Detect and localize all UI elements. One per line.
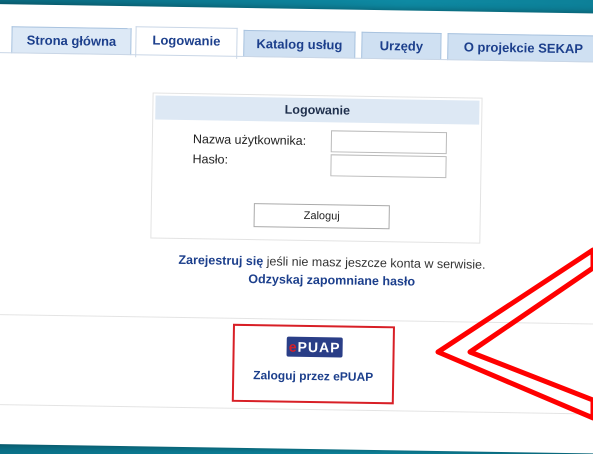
login-title: Logowanie [155, 95, 480, 125]
epuap-label: Zaloguj przez ePUAP [253, 368, 374, 385]
footer-divider [0, 403, 593, 415]
tab-services[interactable]: Katalog usług [243, 29, 356, 59]
browser-page: Strona główna Logowanie Katalog usług Ur… [0, 4, 593, 454]
tab-home[interactable]: Strona główna [11, 26, 132, 56]
username-input[interactable] [330, 130, 448, 155]
tab-offices[interactable]: Urzędy [361, 31, 442, 61]
login-form: Logowanie Nazwa użytkownika: Hasło: Zalo… [150, 92, 483, 244]
password-label: Hasło: [192, 152, 229, 167]
register-text: jeśli nie masz jeszcze konta w serwisie. [263, 254, 486, 272]
tab-about[interactable]: O projekcie SEKAP [447, 33, 593, 63]
login-button[interactable]: Zaloguj [253, 203, 390, 230]
epuap-login-button[interactable]: ePUAP Zaloguj przez ePUAP [231, 323, 395, 405]
register-link[interactable]: Zarejestruj się [178, 253, 263, 268]
register-line: Zarejestruj się jeśli nie masz jeszcze k… [142, 252, 522, 272]
password-input[interactable] [330, 154, 447, 179]
username-label: Nazwa użytkownika: [192, 132, 307, 148]
section-divider [0, 313, 593, 325]
epuap-logo: ePUAP [286, 336, 343, 358]
forgot-password-link[interactable]: Odzyskaj zapomniane hasło [142, 270, 522, 290]
